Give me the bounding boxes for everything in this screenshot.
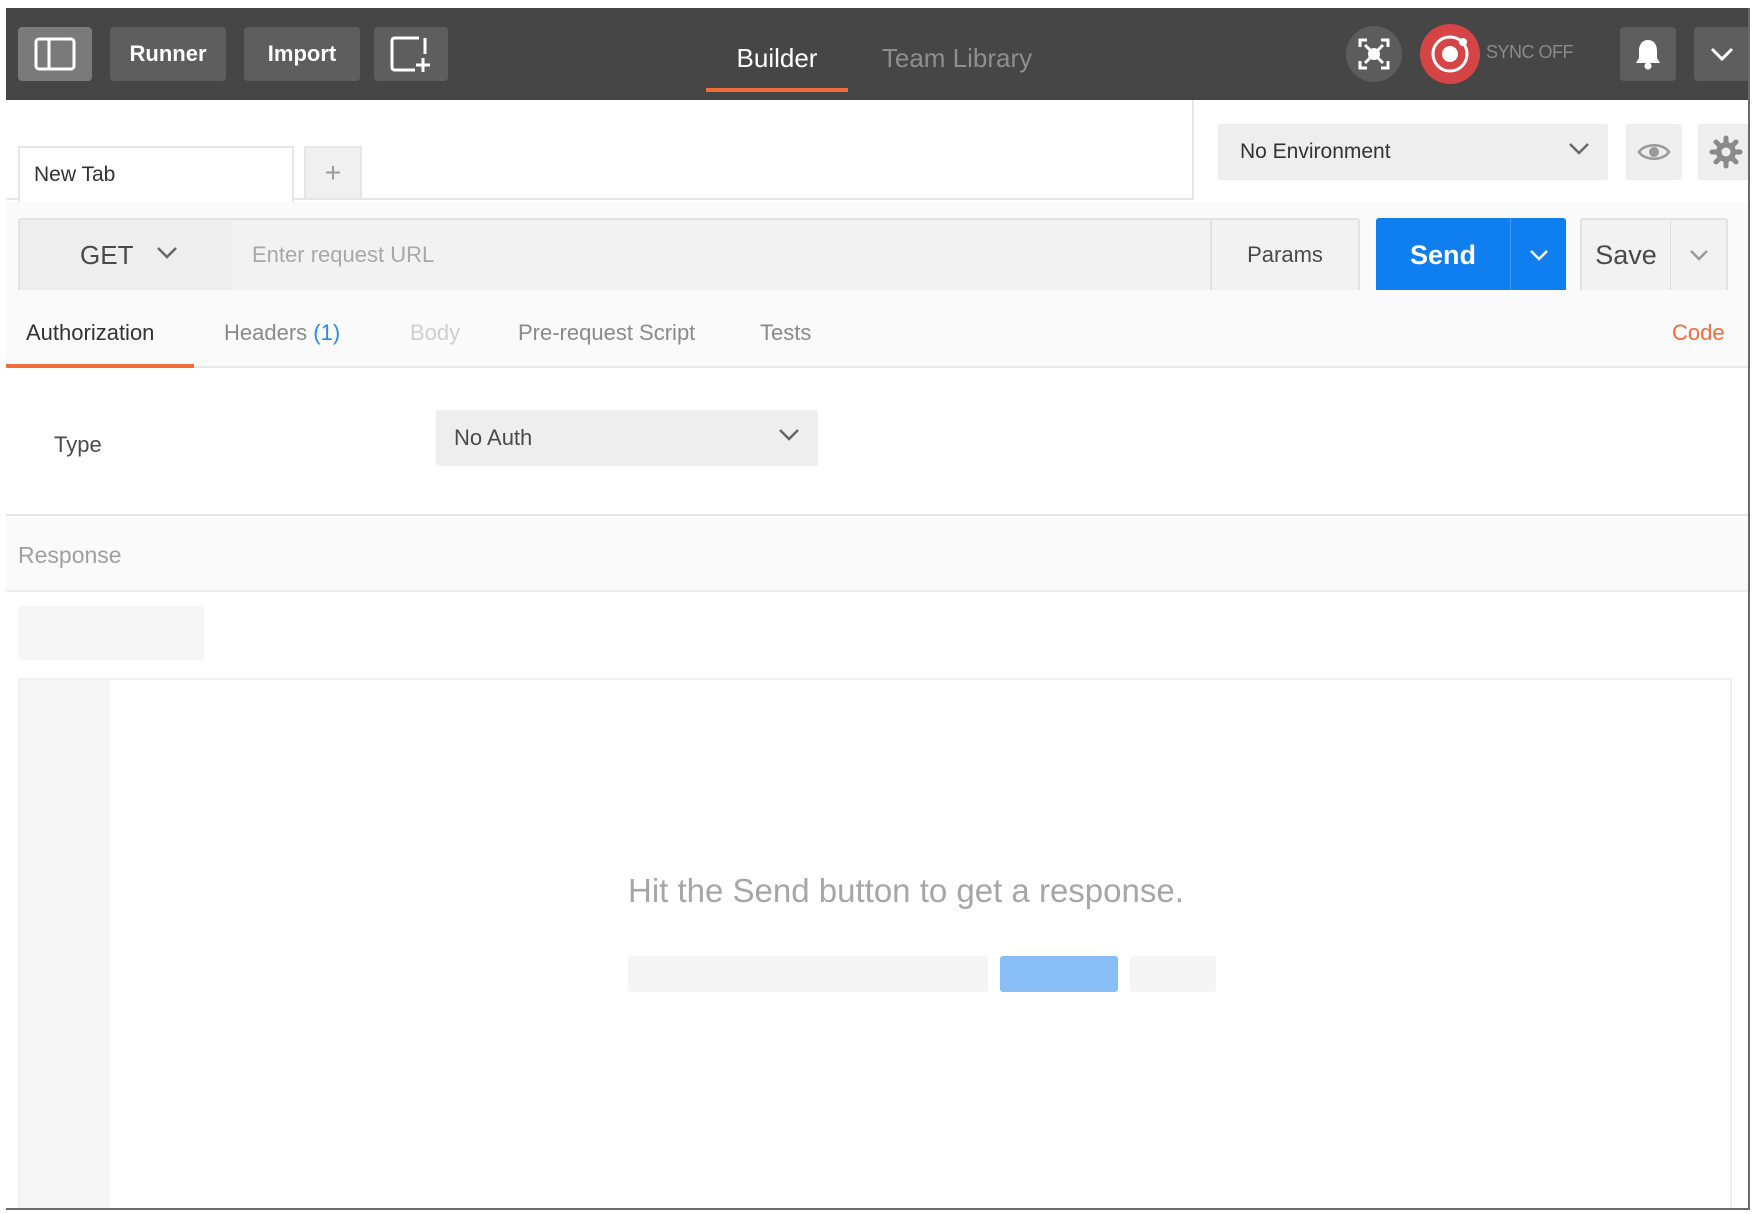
tab-headers-label: Headers	[224, 320, 308, 345]
params-button[interactable]: Params	[1210, 218, 1360, 292]
save-button[interactable]: Save	[1580, 218, 1672, 292]
chevron-down-icon	[157, 247, 177, 259]
tab-tests[interactable]: Tests	[760, 320, 811, 346]
request-tab[interactable]: New Tab	[18, 146, 294, 202]
response-header: Response	[6, 518, 1748, 592]
environment-select-value: No Environment	[1240, 140, 1391, 163]
response-body-panel: Hit the Send button to get a response.	[18, 678, 1732, 1208]
bell-icon	[1636, 40, 1660, 70]
environment-quick-look-button[interactable]	[1626, 124, 1682, 180]
settings-menu-button[interactable]	[1694, 27, 1748, 81]
request-subtabs: Authorization Headers (1) Body Pre-reque…	[6, 290, 1748, 368]
import-button[interactable]: Import	[244, 27, 360, 81]
request-tab-strip: New Tab +	[6, 100, 1192, 202]
manage-environments-button[interactable]	[1698, 124, 1748, 180]
chevron-down-icon	[1529, 250, 1548, 261]
response-placeholder-bar	[18, 606, 204, 660]
app-window: Runner Import Builder Team Library SYNC …	[6, 8, 1750, 1210]
chevron-down-icon	[1710, 47, 1734, 62]
chevron-down-icon	[1689, 250, 1708, 261]
tab-builder[interactable]: Builder	[706, 26, 848, 92]
response-empty-message: Hit the Send button to get a response.	[628, 872, 1184, 909]
response-gutter	[20, 680, 110, 1208]
placeholder-block-highlight	[1000, 956, 1118, 992]
chevron-down-icon	[779, 429, 799, 441]
sidebar-toggle-button[interactable]	[18, 27, 92, 81]
interceptor-icon	[1358, 38, 1390, 70]
gear-icon	[1709, 135, 1743, 169]
send-options-button[interactable]	[1510, 218, 1566, 292]
tab-headers[interactable]: Headers (1)	[224, 320, 340, 346]
request-url-input[interactable]	[232, 218, 1214, 292]
request-bar: GET Params Send Save	[6, 202, 1748, 292]
add-tab-button[interactable]: +	[304, 146, 362, 200]
interceptor-button[interactable]	[1346, 26, 1402, 82]
new-window-button[interactable]	[374, 27, 448, 81]
tab-body[interactable]: Body	[410, 320, 460, 346]
auth-type-select[interactable]: No Auth	[436, 410, 818, 466]
authorization-panel: Type No Auth	[6, 370, 1748, 516]
sync-button[interactable]	[1420, 24, 1480, 84]
save-options-button[interactable]	[1670, 218, 1728, 292]
placeholder-block	[628, 956, 988, 992]
chevron-down-icon	[1569, 143, 1589, 155]
method-select[interactable]: GET	[18, 218, 234, 292]
runner-button[interactable]: Runner	[110, 27, 226, 81]
environment-select[interactable]: No Environment	[1218, 124, 1608, 180]
auth-type-value: No Auth	[454, 425, 533, 450]
tab-authorization[interactable]: Authorization	[26, 320, 154, 346]
tab-pre-request-script[interactable]: Pre-request Script	[518, 320, 695, 346]
tab-team-library[interactable]: Team Library	[868, 26, 1046, 90]
notifications-button[interactable]	[1620, 27, 1676, 81]
eye-icon	[1637, 144, 1671, 160]
top-bar: Runner Import Builder Team Library SYNC …	[6, 8, 1748, 100]
sidebar-toggle-icon	[34, 37, 76, 71]
environment-area: No Environment	[1192, 100, 1748, 200]
placeholder-block	[1130, 956, 1216, 992]
auth-type-label: Type	[54, 432, 102, 457]
new-window-icon	[390, 36, 430, 72]
method-value: GET	[80, 239, 134, 270]
code-link[interactable]: Code	[1672, 320, 1725, 346]
active-tab-indicator	[6, 364, 194, 368]
headers-count-badge: (1)	[313, 320, 341, 345]
sync-icon	[1431, 35, 1469, 73]
response-title: Response	[18, 542, 122, 568]
send-button[interactable]: Send	[1376, 218, 1510, 292]
sync-status-text: SYNC OFF	[1486, 42, 1574, 62]
